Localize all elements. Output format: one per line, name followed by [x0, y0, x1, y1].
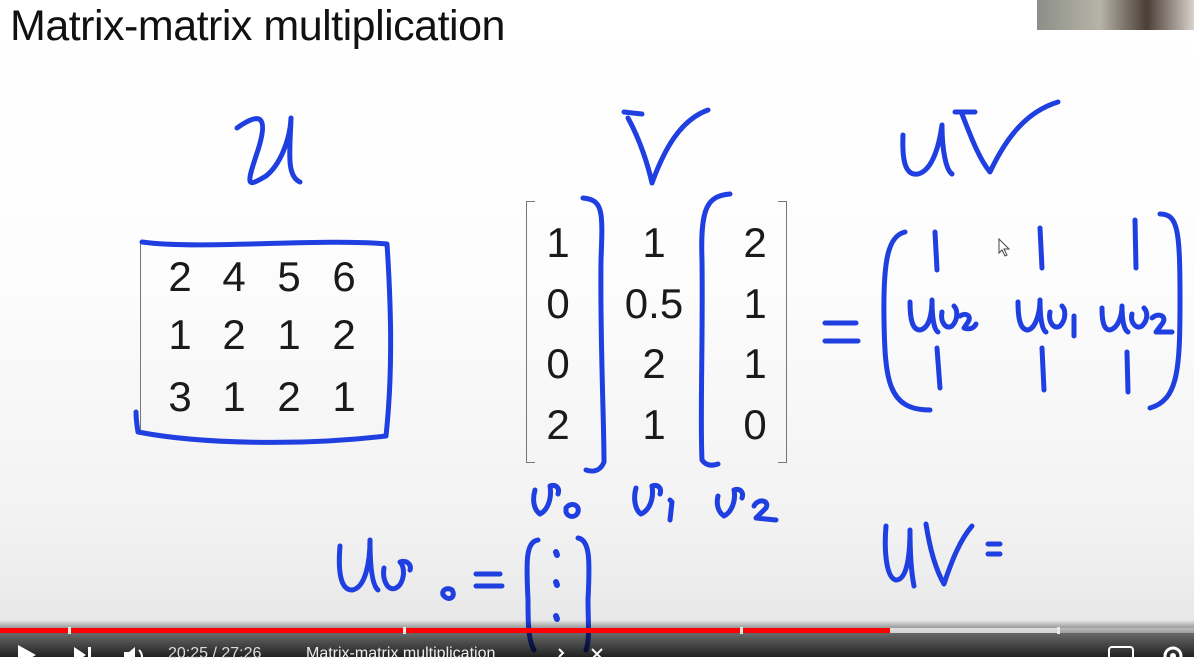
video-frame[interactable]: Matrix-matrix multiplication 2 4 5 6 1 2… — [0, 0, 1194, 657]
eq2-equals — [985, 541, 1003, 557]
eq-equals — [473, 571, 505, 589]
matrix-u-box — [133, 239, 394, 445]
eq2-v — [923, 521, 975, 587]
subtitles-icon[interactable] — [1108, 646, 1134, 657]
uv-column-lines-top — [932, 217, 1139, 273]
eq-dots — [553, 549, 560, 622]
uv-right-bracket — [1147, 211, 1183, 411]
mouse-cursor-icon — [998, 238, 1011, 257]
eq2-u — [882, 523, 917, 589]
volume-icon[interactable] — [122, 646, 148, 658]
uv-left-bracket — [881, 229, 933, 413]
eq-sub-0 — [440, 586, 456, 601]
label-v0 — [531, 483, 581, 519]
label-v2 — [714, 487, 779, 523]
v2-bracket — [698, 191, 733, 468]
handwriting-layer — [133, 99, 1183, 653]
uv-column-lines-bottom — [934, 345, 1131, 395]
uv-col-uv0 — [907, 297, 979, 335]
uv-col-uv2 — [1099, 303, 1175, 335]
eq-v — [381, 559, 413, 592]
eq-u — [336, 537, 381, 593]
next-icon[interactable] — [72, 647, 94, 659]
handwritten-v-label — [621, 107, 711, 186]
time-display: 20:25 / 27:26 — [168, 645, 262, 662]
chapter-marker — [68, 627, 71, 634]
chapter-marker — [1057, 627, 1060, 634]
handwritten-u-label — [234, 115, 303, 186]
equals-sign — [822, 320, 861, 344]
chapter-title[interactable]: Matrix-matrix multiplication — [306, 645, 495, 663]
chapter-marker — [740, 627, 743, 634]
settings-icon[interactable] — [1162, 645, 1184, 657]
uv-col-uv1 — [1015, 297, 1077, 339]
progress-played — [0, 628, 890, 633]
handwritten-uv-label — [900, 99, 1061, 177]
label-v1 — [632, 483, 675, 523]
close-icon[interactable] — [590, 647, 604, 657]
chapter-marker — [403, 627, 406, 634]
v0-bracket — [580, 195, 607, 474]
